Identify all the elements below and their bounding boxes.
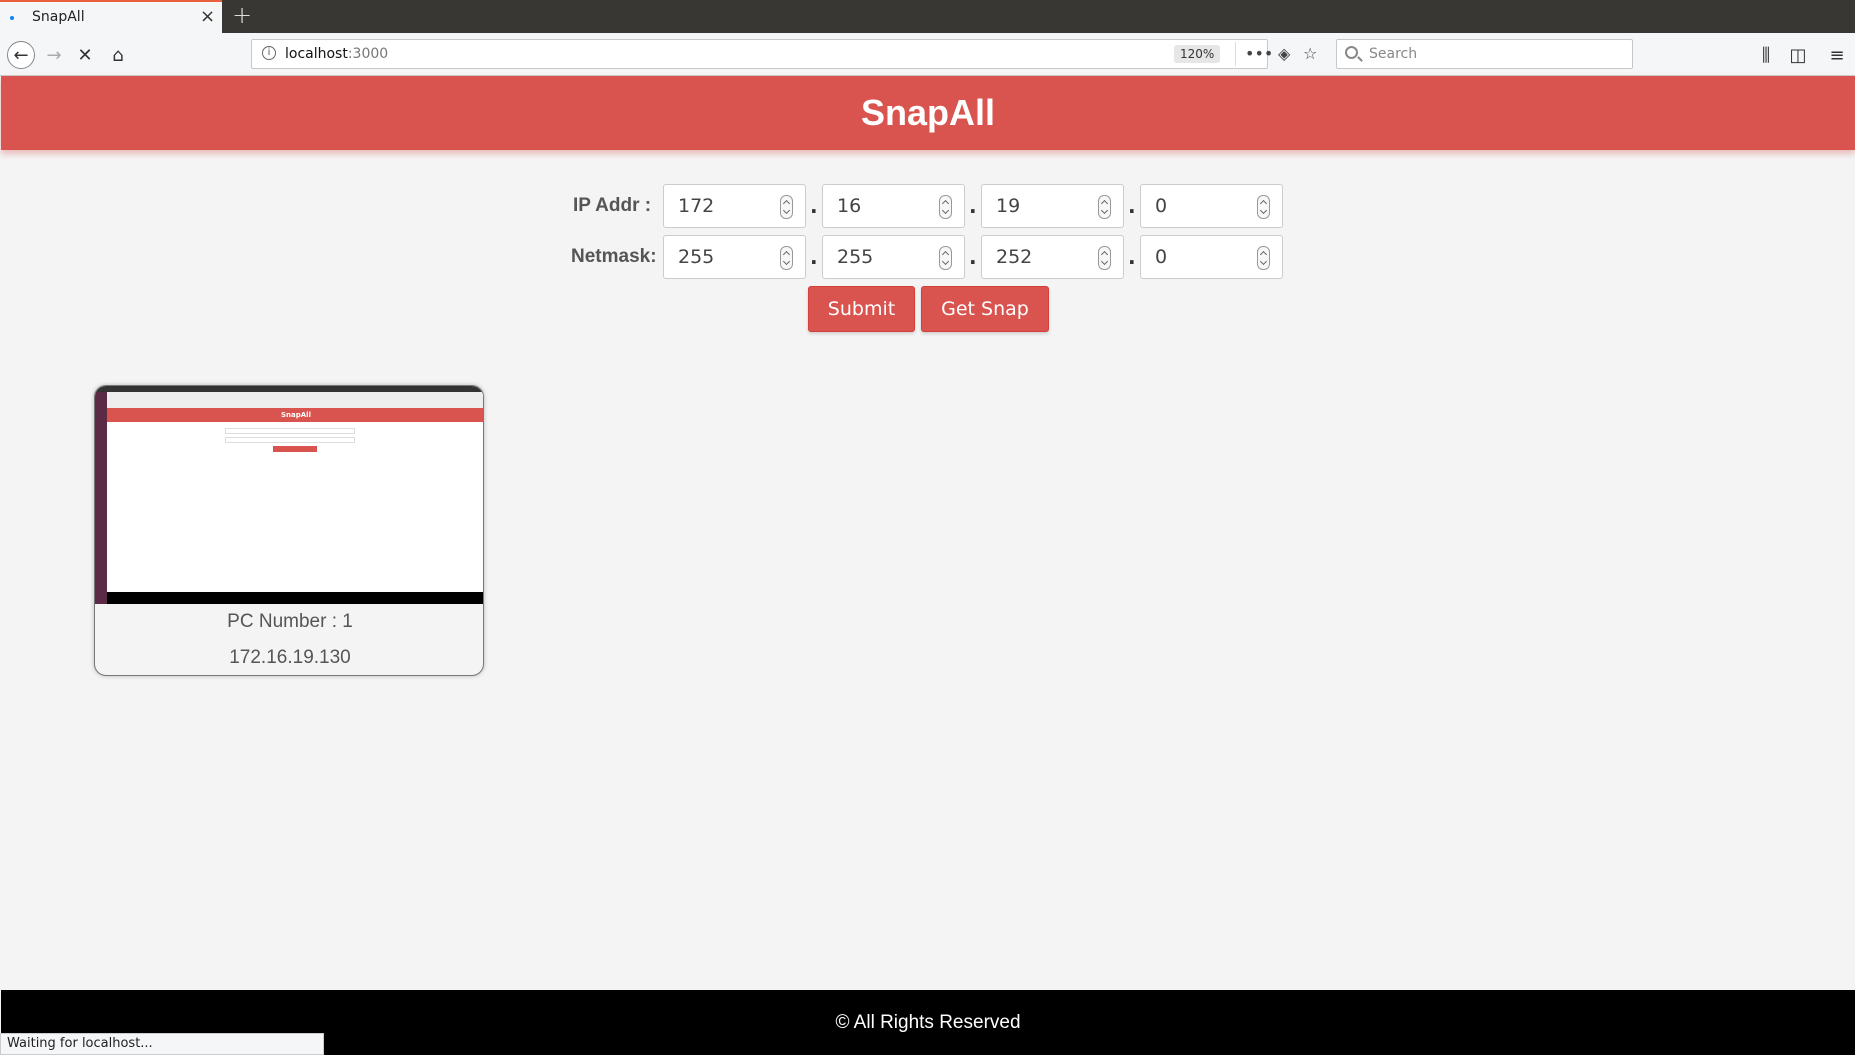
ip-octet-1-value: 172: [678, 195, 715, 217]
zoom-badge[interactable]: 120%: [1174, 45, 1221, 63]
pc-ip-label: 172.16.19.130: [229, 647, 351, 668]
menu-icon[interactable]: ≡: [1823, 41, 1851, 69]
thumbnail-netmask-row: [225, 437, 355, 443]
spinner-icon[interactable]: [939, 195, 952, 219]
ip-octet-2-value: 16: [837, 195, 862, 217]
pc-number-label: PC Number : 1: [227, 611, 353, 632]
url-host: localhost: [285, 46, 348, 62]
snapshot-thumbnail[interactable]: SnapAll: [95, 386, 483, 604]
tab-close-icon[interactable]: ×: [200, 6, 215, 27]
ip-octet-3-input[interactable]: 19: [981, 184, 1124, 228]
ip-label: IP Addr :: [573, 195, 652, 216]
navigation-bar: ← → ✕ ⌂ i localhost:3000 120% ••• ◈ ☆ Se…: [0, 33, 1855, 76]
thumbnail-buttons: [273, 446, 317, 452]
netmask-separator: .: [1128, 245, 1136, 269]
bookmark-star-icon[interactable]: ☆: [1303, 44, 1317, 63]
pc-card[interactable]: SnapAll PC Number : 1 172.16.19.130: [94, 385, 484, 676]
submit-button[interactable]: Submit: [808, 286, 915, 332]
forward-button[interactable]: →: [40, 41, 68, 69]
page-title: SnapAll: [860, 92, 995, 133]
spinner-icon[interactable]: [1257, 246, 1270, 270]
search-bar[interactable]: Search: [1336, 39, 1633, 69]
home-button[interactable]: ⌂: [104, 41, 132, 69]
ip-separator: .: [810, 194, 818, 218]
netmask-octet-1-value: 255: [678, 246, 715, 268]
library-icon[interactable]: ⫼: [1752, 41, 1780, 69]
thumbnail-browser-chrome: [107, 392, 483, 408]
spinner-icon[interactable]: [1098, 195, 1111, 219]
spinner-icon[interactable]: [939, 246, 952, 270]
tab-loading-icon: [10, 16, 14, 20]
ip-octet-3-value: 19: [996, 195, 1021, 217]
url-bar[interactable]: i localhost:3000 120% ••• ◈ ☆: [251, 39, 1317, 69]
spinner-icon[interactable]: [780, 195, 793, 219]
stop-button[interactable]: ✕: [71, 41, 99, 69]
search-input[interactable]: Search: [1369, 46, 1417, 62]
get-snap-button[interactable]: Get Snap: [921, 286, 1049, 332]
back-button[interactable]: ←: [7, 41, 35, 69]
url-divider: [1235, 42, 1236, 66]
netmask-octet-4-input[interactable]: 0: [1140, 235, 1283, 279]
tab-title: SnapAll: [32, 9, 85, 25]
netmask-separator: .: [969, 245, 977, 269]
netmask-octet-3-value: 252: [996, 246, 1033, 268]
thumbnail-launcher: [95, 392, 107, 604]
thumbnail-footer: [107, 592, 483, 604]
netmask-octet-2-value: 255: [837, 246, 874, 268]
app-header: SnapAll: [1, 76, 1855, 150]
netmask-octet-2-input[interactable]: 255: [822, 235, 965, 279]
netmask-octet-4-value: 0: [1155, 246, 1168, 268]
spinner-icon[interactable]: [1257, 195, 1270, 219]
status-bar: Waiting for localhost...: [0, 1033, 324, 1055]
ip-octet-4-input[interactable]: 0: [1140, 184, 1283, 228]
ip-separator: .: [1128, 194, 1136, 218]
netmask-separator: .: [810, 245, 818, 269]
ip-octet-2-input[interactable]: 16: [822, 184, 965, 228]
sidebar-icon[interactable]: ◫: [1784, 41, 1812, 69]
url-port: :3000: [347, 46, 389, 62]
ip-separator: .: [969, 194, 977, 218]
more-actions-icon[interactable]: •••: [1245, 44, 1273, 63]
thumbnail-header: SnapAll: [107, 408, 483, 422]
ip-octet-4-value: 0: [1155, 195, 1168, 217]
spinner-icon[interactable]: [1098, 246, 1111, 270]
netmask-octet-3-input[interactable]: 252: [981, 235, 1124, 279]
search-icon: [1345, 46, 1358, 59]
info-icon[interactable]: i: [262, 46, 276, 60]
tab-bar: SnapAll × +: [0, 0, 1855, 33]
new-tab-icon[interactable]: +: [232, 1, 252, 29]
url-text[interactable]: localhost:3000: [285, 46, 388, 62]
browser-tab[interactable]: SnapAll ×: [0, 0, 222, 33]
pocket-icon[interactable]: ◈: [1278, 44, 1290, 63]
spinner-icon[interactable]: [780, 246, 793, 270]
netmask-label: Netmask:: [571, 246, 657, 267]
thumbnail-ip-row: [225, 428, 355, 434]
ip-octet-1-input[interactable]: 172: [663, 184, 806, 228]
netmask-octet-1-input[interactable]: 255: [663, 235, 806, 279]
